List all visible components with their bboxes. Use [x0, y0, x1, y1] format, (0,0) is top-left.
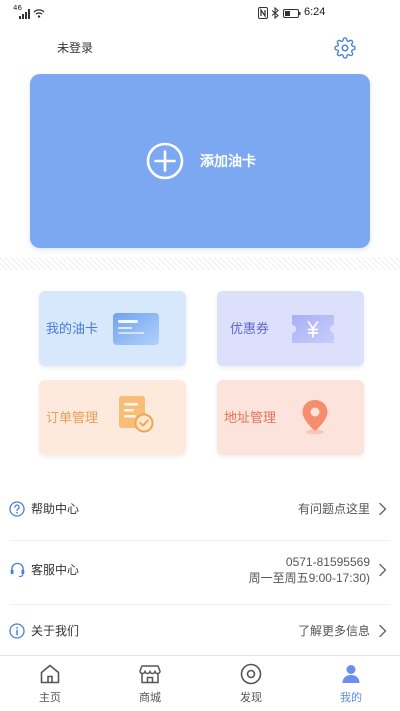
bottom-tab-bar: 主页 商城 发现 我的	[0, 655, 400, 711]
gear-icon	[334, 37, 356, 59]
tab-discover[interactable]: 发现	[201, 656, 301, 711]
profile-icon	[342, 665, 360, 683]
feature-my-oil-card[interactable]: 我的油卡	[39, 291, 186, 366]
tab-store[interactable]: 商城	[100, 656, 200, 711]
feature-address-management[interactable]: 地址管理	[217, 380, 364, 455]
home-icon	[40, 664, 60, 684]
discover-icon	[240, 663, 262, 685]
menu-item-label: 帮助中心	[31, 502, 80, 516]
menu-item-customer-service[interactable]: 客服中心 0571-81595569 周一至周五9:00-17:30)	[0, 550, 400, 590]
feature-order-management[interactable]: 订单管理	[39, 380, 186, 455]
tab-label: 商城	[139, 692, 161, 704]
tab-label: 主页	[39, 692, 61, 704]
service-hours: 周一至周五9:00-17:30)	[248, 571, 370, 585]
chevron-right-icon	[379, 563, 387, 577]
menu-item-label: 客服中心	[31, 563, 80, 577]
store-icon	[139, 665, 161, 684]
help-icon	[9, 501, 25, 517]
feature-label: 订单管理	[46, 410, 99, 425]
plus-circle-icon	[146, 142, 184, 180]
chevron-right-icon	[379, 502, 387, 516]
divider	[10, 540, 390, 541]
divider	[10, 604, 390, 605]
feature-label: 地址管理	[224, 410, 277, 425]
menu-item-help-center[interactable]: 帮助中心 有问题点这里	[0, 490, 400, 528]
tab-label: 发现	[240, 692, 262, 704]
profile-screen: 46 6:24 未登录 添加油卡 我的油卡 优惠券 订单管理 地址管理 帮助中心…	[0, 0, 400, 711]
signal-icon	[19, 9, 30, 19]
login-status[interactable]: 未登录	[57, 41, 93, 56]
chevron-right-icon	[379, 624, 387, 638]
menu-item-hint: 了解更多信息	[297, 624, 370, 638]
menu-item-label: 关于我们	[31, 624, 80, 638]
coupon-icon	[292, 315, 334, 343]
oil-card-icon	[113, 313, 159, 345]
add-oil-card-label: 添加油卡	[200, 153, 256, 169]
info-icon	[9, 623, 25, 639]
feature-label: 优惠券	[230, 321, 270, 336]
tab-home[interactable]: 主页	[0, 656, 100, 711]
wifi-icon	[33, 9, 45, 18]
tab-label: 我的	[340, 692, 362, 704]
battery-icon	[283, 9, 301, 18]
order-document-icon	[119, 396, 154, 433]
nfc-icon	[258, 7, 268, 19]
section-separator	[0, 257, 400, 270]
location-pin-icon	[302, 400, 328, 435]
feature-coupon[interactable]: 优惠券	[217, 291, 364, 366]
settings-button[interactable]	[334, 37, 356, 59]
bluetooth-icon	[271, 7, 279, 19]
add-oil-card-button[interactable]: 添加油卡	[30, 74, 370, 248]
feature-label: 我的油卡	[46, 321, 99, 336]
service-phone[interactable]: 0571-81595569	[286, 555, 370, 570]
status-bar: 46 6:24	[0, 0, 400, 26]
menu-item-hint: 有问题点这里	[297, 502, 370, 516]
clock: 6:24	[304, 6, 326, 18]
headset-icon	[10, 562, 25, 578]
menu-item-about-us[interactable]: 关于我们 了解更多信息	[0, 612, 400, 650]
tab-profile[interactable]: 我的	[301, 656, 400, 711]
